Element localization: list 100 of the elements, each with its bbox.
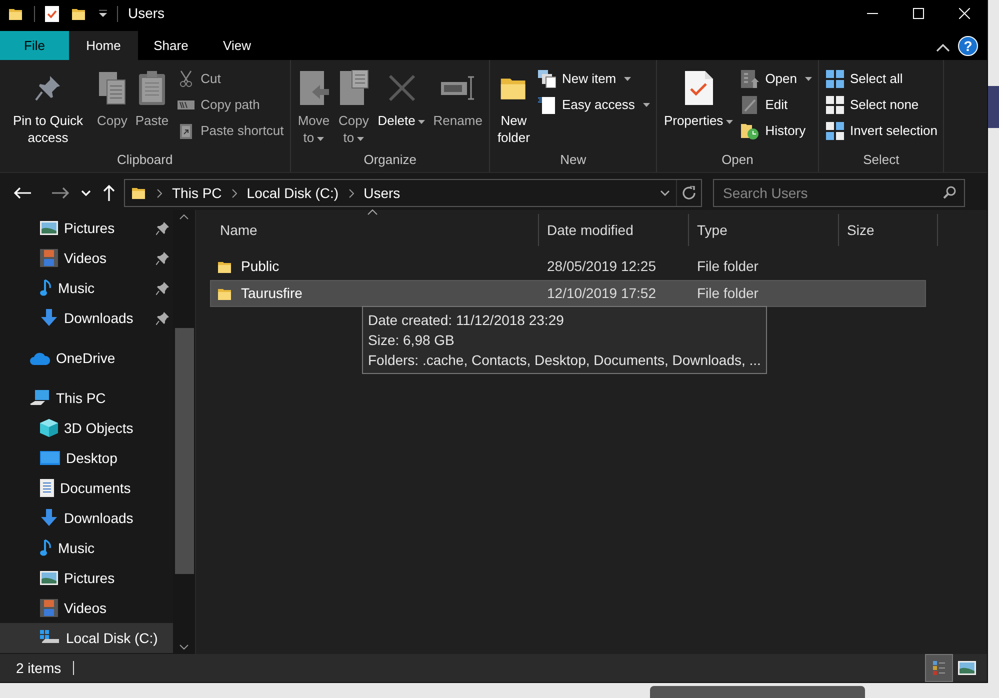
caret-icon xyxy=(624,77,632,81)
back-arrow-icon[interactable] xyxy=(14,187,31,199)
file-name: Public xyxy=(241,257,280,276)
delete-icon xyxy=(386,73,416,103)
shortcut-icon xyxy=(178,122,193,140)
sidebar-item[interactable]: This PC xyxy=(0,383,173,413)
ribbon-button[interactable]: Pin to Quick access xyxy=(4,66,92,148)
ribbon-button[interactable]: New item xyxy=(536,68,650,90)
breadcrumb[interactable]: Local Disk (C:) xyxy=(246,182,339,204)
ribbon-button[interactable]: Easy access xyxy=(536,94,650,116)
ribbon-button[interactable]: Open xyxy=(740,68,812,90)
forward-arrow-icon[interactable] xyxy=(52,187,69,199)
sidebar-item[interactable]: Desktop xyxy=(0,443,173,473)
background-window xyxy=(988,86,999,128)
caret-icon xyxy=(642,103,650,107)
sidebar-item[interactable]: Local Disk (C:) xyxy=(0,623,173,653)
pin-icon xyxy=(156,222,169,234)
film-icon xyxy=(40,249,58,267)
ribbon-tab[interactable]: Share xyxy=(138,31,204,60)
file-row[interactable]: Public 28/05/2019 12:25 File folder xyxy=(210,253,926,280)
ribbon-button[interactable]: Select all xyxy=(825,68,938,90)
address-bar[interactable]: This PC Local Disk (C:) Users xyxy=(124,179,702,207)
column-header[interactable]: Name xyxy=(210,214,538,246)
picture-icon xyxy=(958,661,976,675)
collapse-icon[interactable] xyxy=(936,44,950,52)
pin-icon xyxy=(33,73,63,103)
sidebar-item[interactable]: Documents xyxy=(0,473,173,503)
document-icon xyxy=(40,479,54,497)
ribbon-tab[interactable]: View xyxy=(204,31,270,60)
cube-icon xyxy=(40,419,58,437)
caret-icon xyxy=(805,77,812,81)
up-arrow-icon[interactable] xyxy=(103,185,115,201)
path-icon xyxy=(176,99,195,111)
sidebar-item[interactable]: Videos xyxy=(0,593,173,623)
file-row[interactable]: Taurusfire 12/10/2019 17:52 File folder xyxy=(210,280,926,307)
caret-icon xyxy=(317,136,324,141)
music-note-icon xyxy=(40,539,52,557)
maximize-icon xyxy=(912,8,924,19)
chevron-right-icon xyxy=(232,188,237,198)
sidebar-item[interactable]: Pictures xyxy=(0,213,173,243)
ribbon-button[interactable]: Select none xyxy=(825,94,938,116)
ribbon-tab[interactable]: Home xyxy=(69,31,138,60)
chevron-up-icon[interactable] xyxy=(179,214,189,220)
sidebar-item[interactable]: OneDrive xyxy=(0,343,173,373)
minimize-icon xyxy=(866,13,878,14)
sidebar-item[interactable]: Downloads xyxy=(0,503,173,533)
monitor-icon xyxy=(40,451,60,465)
ribbon-button[interactable]: New folder xyxy=(494,66,533,148)
computer-icon xyxy=(30,389,50,407)
ribbon-button[interactable]: Edit xyxy=(740,94,812,116)
chevron-right-icon xyxy=(348,188,354,198)
new-item-icon xyxy=(538,70,556,88)
ribbon-button[interactable]: Properties xyxy=(660,66,736,148)
help-button[interactable]: ? xyxy=(958,36,978,56)
sidebar-item[interactable]: Pictures xyxy=(0,563,173,593)
grid-icon xyxy=(826,122,844,140)
sidebar-item[interactable]: Videos xyxy=(0,243,173,273)
caret-icon xyxy=(418,120,426,124)
open-icon xyxy=(741,70,760,88)
edit-icon xyxy=(742,96,758,114)
properties-icon xyxy=(684,70,714,106)
scrollbar-thumb[interactable] xyxy=(174,328,194,574)
ribbon-button[interactable]: Invert selection xyxy=(825,120,938,142)
column-header[interactable]: Date modified xyxy=(538,214,688,246)
pin-icon xyxy=(156,252,169,264)
tooltip-line: Size: 6,98 GB xyxy=(368,331,456,350)
table-cell-text: File folder xyxy=(696,284,760,303)
column-header[interactable]: Type xyxy=(688,214,838,246)
download-icon xyxy=(40,509,58,527)
caret-icon xyxy=(726,120,734,124)
group-label: New xyxy=(560,151,586,169)
tooltip-line: Folders: .cache, Contacts, Desktop, Documents, Downloads, ... xyxy=(368,351,761,370)
properties-icon[interactable] xyxy=(45,6,59,22)
grid-icon xyxy=(826,70,844,88)
column-header[interactable]: Size xyxy=(838,214,938,246)
ribbon-button[interactable]: Delete xyxy=(374,66,428,148)
chevron-down-icon[interactable] xyxy=(179,644,189,650)
dropdown-icon[interactable] xyxy=(99,10,107,17)
breadcrumb[interactable]: This PC xyxy=(172,182,222,204)
table-cell-text: File folder xyxy=(696,257,760,276)
window-title: Users xyxy=(128,4,165,23)
chevron-down-icon[interactable] xyxy=(660,190,670,196)
ribbon-tab[interactable]: File xyxy=(0,31,69,60)
document-icon xyxy=(538,95,556,115)
pin-icon xyxy=(156,282,169,294)
sidebar-item[interactable]: 3D Objects xyxy=(0,413,173,443)
search-field[interactable]: Search Users xyxy=(713,179,965,207)
sidebar-item[interactable]: Music xyxy=(0,533,173,563)
close-icon xyxy=(958,8,970,19)
chevron-right-icon xyxy=(157,188,162,198)
refresh-icon[interactable] xyxy=(682,186,696,200)
sidebar-item[interactable]: Music xyxy=(0,273,173,303)
sidebar-item[interactable]: Downloads xyxy=(0,303,173,333)
breadcrumb[interactable]: Users xyxy=(364,182,400,204)
move-icon xyxy=(298,70,330,106)
ribbon-button[interactable]: History xyxy=(740,120,812,142)
history-icon xyxy=(741,122,760,140)
tooltip-line: Date created: 11/12/2018 23:29 xyxy=(368,311,565,330)
picture-icon xyxy=(40,571,58,585)
copy-to-icon xyxy=(338,70,370,106)
